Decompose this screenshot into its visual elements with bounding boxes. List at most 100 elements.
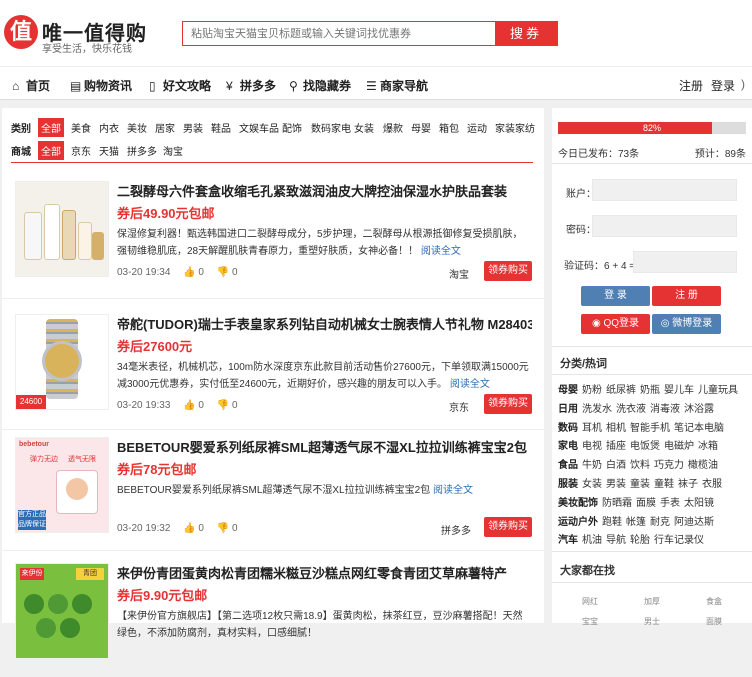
category-name[interactable]: 食品 — [558, 460, 578, 471]
hot-word[interactable]: 巧克力 — [654, 460, 684, 471]
read-more-link[interactable]: 阅读全文 — [433, 485, 473, 496]
buy-button[interactable]: 领券购买 — [484, 517, 532, 537]
read-more-link[interactable]: 阅读全文 — [421, 246, 461, 257]
hot-word[interactable]: 衣服 — [702, 479, 722, 490]
hot-word[interactable]: 冰箱 — [698, 441, 718, 452]
password-input[interactable] — [592, 215, 737, 237]
dislike-button[interactable]: 👎 0 — [217, 267, 238, 278]
category-underwear[interactable]: 内衣 — [96, 118, 122, 137]
category-name[interactable]: 汽车 — [558, 535, 578, 546]
category-all[interactable]: 全部 — [38, 118, 64, 137]
hot-word[interactable]: 太阳镜 — [684, 498, 714, 509]
mall-all[interactable]: 全部 — [38, 141, 64, 160]
hot-word[interactable]: 牛奶 — [582, 460, 602, 471]
category-name[interactable]: 数码 — [558, 423, 578, 434]
category-baby[interactable]: 母婴 — [408, 118, 434, 137]
rss-icon[interactable]: ) — [741, 77, 745, 91]
hot-word[interactable]: 电饭煲 — [630, 441, 660, 452]
item-thumbnail[interactable]: bebetour 弹力无边 透气无限 官方正品 品牌保证 — [15, 437, 109, 533]
mall-tmall[interactable]: 天猫 — [96, 141, 122, 160]
mall-taobao[interactable]: 淘宝 — [160, 141, 186, 160]
hot-word[interactable]: 童鞋 — [654, 479, 674, 490]
category-beauty[interactable]: 美妆 — [124, 118, 150, 137]
hot-word[interactable]: 奶粉 — [582, 385, 602, 396]
category-name[interactable]: 美妆配饰 — [558, 498, 598, 509]
hot-word[interactable]: 阿迪达斯 — [674, 517, 714, 528]
hot-tag[interactable]: 面膜 — [706, 616, 722, 627]
login-link[interactable]: 登录 — [711, 77, 735, 94]
hot-word[interactable]: 电磁炉 — [664, 441, 694, 452]
hot-word[interactable]: 帐篷 — [626, 517, 646, 528]
register-button[interactable]: 注 册 — [652, 286, 721, 306]
hot-word[interactable]: 沐浴露 — [684, 404, 714, 415]
hot-word[interactable]: 洗衣液 — [616, 404, 646, 415]
login-button[interactable]: 登 录 — [581, 286, 650, 306]
category-name[interactable]: 日用 — [558, 404, 578, 415]
hot-word[interactable]: 防晒霜 — [602, 498, 632, 509]
buy-button[interactable]: 领券购买 — [484, 394, 532, 414]
nav-item-merchants[interactable]: ☰ 商家导航 — [366, 77, 428, 94]
mall-jd[interactable]: 京东 — [68, 141, 94, 160]
category-bags[interactable]: 箱包 — [436, 118, 462, 137]
category-sports[interactable]: 运动 — [464, 118, 490, 137]
hot-tag[interactable]: 男士 — [644, 616, 660, 627]
nav-item-home[interactable]: ⌂ 首页 — [12, 77, 50, 94]
nav-item-hidden-coupons[interactable]: ⚲ 找隐藏券 — [289, 77, 351, 94]
mall-pdd[interactable]: 拼多多 — [124, 141, 160, 160]
category-name[interactable]: 母婴 — [558, 385, 578, 396]
like-button[interactable]: 👍 0 — [183, 523, 204, 534]
buy-button[interactable]: 领券购买 — [484, 261, 532, 281]
hot-tag[interactable]: 食盒 — [706, 596, 722, 607]
hot-word[interactable]: 跑鞋 — [602, 517, 622, 528]
hot-word[interactable]: 机油 — [582, 535, 602, 546]
hot-word[interactable]: 女装 — [582, 479, 602, 490]
hot-word[interactable]: 奶瓶 — [640, 385, 660, 396]
hot-word[interactable]: 消毒液 — [650, 404, 680, 415]
hot-word[interactable]: 童装 — [630, 479, 650, 490]
category-name[interactable]: 运动户外 — [558, 517, 598, 528]
category-home[interactable]: 居家 — [152, 118, 178, 137]
item-thumbnail[interactable] — [15, 181, 109, 277]
nav-item-pdd[interactable]: ¥ 拼多多 — [226, 77, 276, 94]
captcha-input[interactable] — [633, 251, 737, 273]
hot-word[interactable]: 相机 — [606, 423, 626, 434]
hot-word[interactable]: 智能手机 — [630, 423, 670, 434]
hot-word[interactable]: 饮料 — [630, 460, 650, 471]
dislike-button[interactable]: 👎 0 — [217, 523, 238, 534]
like-button[interactable]: 👍 0 — [183, 400, 204, 411]
category-entertainment[interactable]: 文娱车品 — [236, 118, 282, 137]
category-hot[interactable]: 爆款 — [380, 118, 406, 137]
like-button[interactable]: 👍 0 — [183, 267, 204, 278]
item-thumbnail[interactable]: 24600 — [15, 314, 109, 410]
qq-login-button[interactable]: ◉ QQ登录 — [581, 314, 650, 334]
hot-word[interactable]: 行车记录仪 — [654, 535, 704, 546]
hot-word[interactable]: 面膜 — [636, 498, 656, 509]
hot-word[interactable]: 插座 — [606, 441, 626, 452]
category-name[interactable]: 家电 — [558, 441, 578, 452]
weibo-login-button[interactable]: ◎ 微博登录 — [652, 314, 721, 334]
category-digital[interactable]: 数码家电 — [308, 118, 354, 137]
hot-word[interactable]: 导航 — [606, 535, 626, 546]
hot-word[interactable]: 耐克 — [650, 517, 670, 528]
hot-word[interactable]: 纸尿裤 — [606, 385, 636, 396]
search-input[interactable] — [183, 22, 495, 45]
hot-word[interactable]: 橄榄油 — [688, 460, 718, 471]
hot-word[interactable]: 电视 — [582, 441, 602, 452]
item-title[interactable]: 二裂酵母六件套盒收缩毛孔紧致滋润油皮大牌控油保湿水护肤品套装 — [117, 181, 532, 200]
category-womenswear[interactable]: 女装 — [351, 118, 377, 137]
hot-word[interactable]: 男装 — [606, 479, 626, 490]
hot-word[interactable]: 袜子 — [678, 479, 698, 490]
hot-word[interactable]: 洗发水 — [582, 404, 612, 415]
item-title[interactable]: 帝舵(TUDOR)瑞士手表皇家系列钻自动机械女士腕表情人节礼物 M28403-.… — [117, 314, 532, 333]
category-name[interactable]: 服装 — [558, 479, 578, 490]
hot-word[interactable]: 白酒 — [606, 460, 626, 471]
read-more-link[interactable]: 阅读全文 — [450, 379, 490, 390]
hot-word[interactable]: 儿童玩具 — [698, 385, 738, 396]
hot-tag[interactable]: 网红 — [582, 596, 598, 607]
item-title[interactable]: BEBETOUR婴爱系列纸尿裤SML超薄透气尿不湿XL拉拉训练裤宝宝2包 — [117, 437, 532, 456]
hot-word[interactable]: 手表 — [660, 498, 680, 509]
hot-tag[interactable]: 宝宝 — [582, 616, 598, 627]
nav-item-articles[interactable]: ▯ 好文攻略 — [149, 77, 211, 94]
hot-tag[interactable]: 加厚 — [644, 596, 660, 607]
item-thumbnail[interactable]: 来伊份 青团 — [15, 563, 109, 659]
